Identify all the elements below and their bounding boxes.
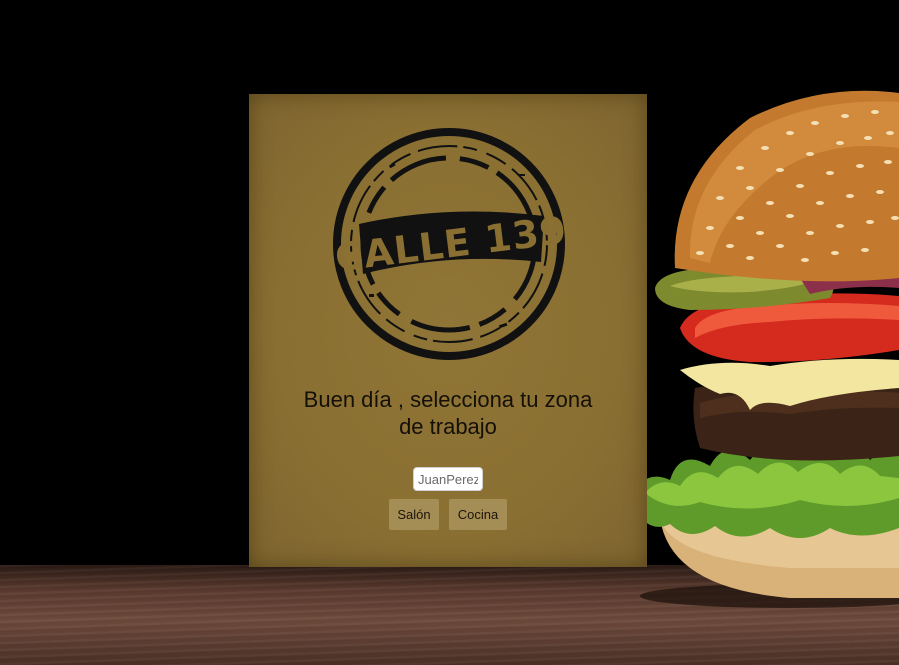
salon-button[interactable]: Salón — [389, 499, 439, 530]
zone-selection-card: CALLE 139 Buen día , selecciona tu zona … — [249, 94, 647, 567]
app-screen: CALLE 139 Buen día , selecciona tu zona … — [0, 0, 899, 665]
calle-139-logo: CALLE 139 — [333, 128, 569, 360]
greeting-text: Buen día , selecciona tu zona de trabajo — [303, 387, 593, 439]
cocina-button[interactable]: Cocina — [449, 499, 507, 530]
username-input[interactable] — [413, 467, 483, 491]
